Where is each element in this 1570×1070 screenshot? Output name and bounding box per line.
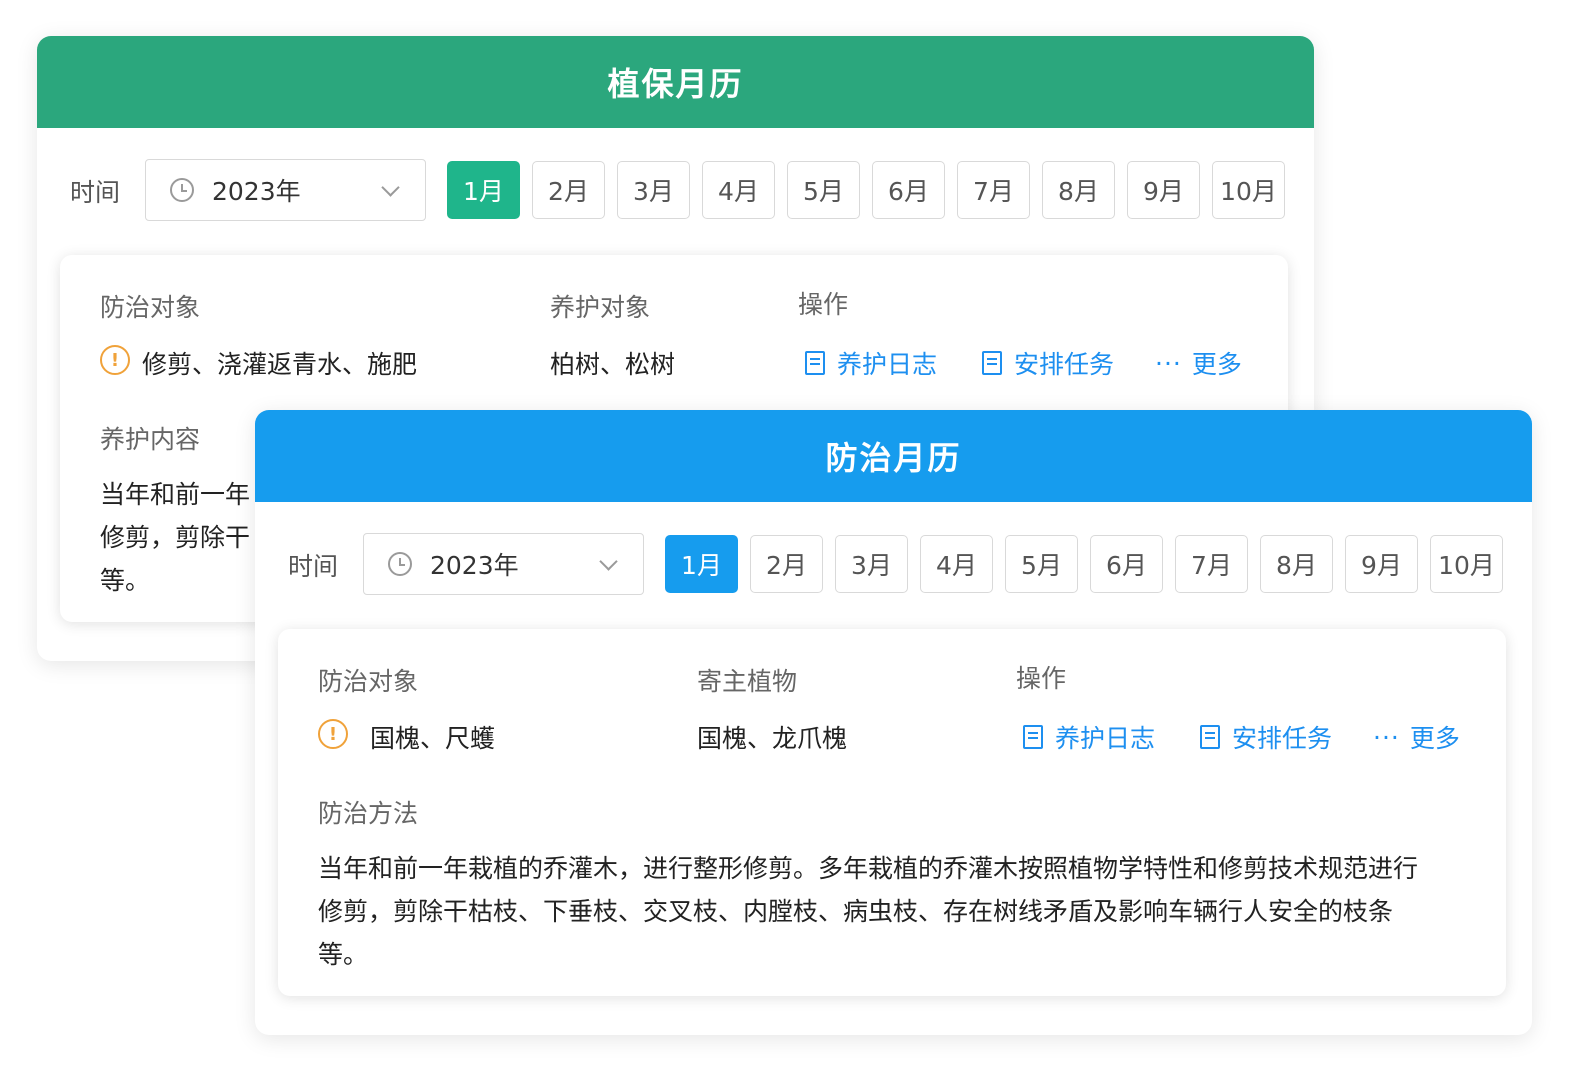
plant-calendar-title: 植保月历	[37, 36, 1314, 128]
month-tab-10[interactable]: 10月	[1430, 535, 1503, 593]
content-label: 养护内容	[100, 425, 201, 454]
year-value: 2023年	[212, 177, 301, 206]
month-tab-5[interactable]: 5月	[1005, 535, 1078, 593]
document-edit-icon	[982, 351, 1002, 375]
time-label: 时间	[288, 552, 339, 581]
warning-icon: !	[100, 345, 130, 375]
method-line: 当年和前一年栽植的乔灌木，进行整形修剪。多年栽植的乔灌木按照植物学特性和修剪技术…	[318, 854, 1419, 883]
content-line: 等。	[100, 566, 151, 595]
month-tab-8[interactable]: 8月	[1260, 535, 1333, 593]
document-edit-icon	[805, 351, 825, 375]
control-calendar-card: 防治对象 ! 国槐、尺蠖 寄主植物 国槐、龙爪槐 操作 养护日志 安排任务 ··…	[278, 629, 1506, 996]
stage: 植保月历 时间 2023年 1月 2月 3月 4月 5月 6月 7月 8月 9月…	[0, 0, 1570, 1070]
care-log-label: 养护日志	[1055, 724, 1156, 753]
month-tab-1[interactable]: 1月	[665, 535, 738, 593]
care-log-label: 养护日志	[837, 350, 938, 379]
method-text: 当年和前一年栽植的乔灌木，进行整形修剪。多年栽植的乔灌木按照植物学特性和修剪技术…	[318, 847, 1418, 976]
warning-icon: !	[318, 719, 348, 749]
method-line: 修剪，剪除干枯枝、下垂枝、交叉枝、内膛枝、病虫枝、存在树线矛盾及影响车辆行人安全…	[318, 897, 1394, 926]
control-calendar-panel: 防治月历 时间 2023年 1月 2月 3月 4月 5月 6月 7月 8月 9月…	[255, 410, 1532, 1035]
ops-label: 操作	[798, 290, 849, 319]
object-label: 养护对象	[550, 293, 651, 322]
more-link[interactable]: ··· 更多	[1373, 719, 1460, 755]
host-label: 寄主植物	[697, 667, 798, 696]
care-log-link[interactable]: 养护日志	[1023, 719, 1155, 755]
month-tab-9[interactable]: 9月	[1127, 161, 1200, 219]
target-label: 防治对象	[100, 293, 201, 322]
month-tabs: 1月 2月 3月 4月 5月 6月 7月 8月 9月 10月	[665, 535, 1503, 593]
chevron-down-icon	[381, 178, 400, 197]
clock-icon	[388, 552, 412, 576]
schedule-task-link[interactable]: 安排任务	[1200, 719, 1332, 755]
month-tab-5[interactable]: 5月	[787, 161, 860, 219]
target-value: 国槐、尺蠖	[370, 724, 496, 753]
method-line: 等。	[318, 940, 369, 969]
time-label: 时间	[70, 178, 121, 207]
schedule-task-label: 安排任务	[1232, 724, 1333, 753]
month-tab-6[interactable]: 6月	[872, 161, 945, 219]
target-value: 修剪、浇灌返青水、施肥	[142, 350, 418, 379]
content-text: 当年和前一年 修剪，剪除干 等。	[100, 473, 250, 602]
month-tab-2[interactable]: 2月	[532, 161, 605, 219]
more-label: 更多	[1191, 350, 1242, 379]
month-tab-8[interactable]: 8月	[1042, 161, 1115, 219]
document-edit-icon	[1023, 725, 1043, 749]
month-tab-1[interactable]: 1月	[447, 161, 520, 219]
year-select[interactable]: 2023年	[363, 533, 644, 595]
more-link[interactable]: ··· 更多	[1155, 345, 1242, 381]
month-tab-2[interactable]: 2月	[750, 535, 823, 593]
schedule-task-link[interactable]: 安排任务	[982, 345, 1114, 381]
method-label: 防治方法	[318, 799, 419, 828]
year-value: 2023年	[430, 551, 519, 580]
month-tab-10[interactable]: 10月	[1212, 161, 1285, 219]
content-line: 修剪，剪除干	[100, 523, 251, 552]
month-tab-3[interactable]: 3月	[617, 161, 690, 219]
object-value: 柏树、松树	[550, 350, 676, 379]
more-label: 更多	[1409, 724, 1460, 753]
clock-icon	[170, 178, 194, 202]
ops-label: 操作	[1016, 664, 1067, 693]
care-log-link[interactable]: 养护日志	[805, 345, 937, 381]
month-tab-6[interactable]: 6月	[1090, 535, 1163, 593]
more-dots-icon: ···	[1155, 348, 1182, 378]
target-label: 防治对象	[318, 667, 419, 696]
more-dots-icon: ···	[1373, 722, 1400, 752]
month-tab-3[interactable]: 3月	[835, 535, 908, 593]
month-tabs: 1月 2月 3月 4月 5月 6月 7月 8月 9月 10月	[447, 161, 1285, 219]
host-value: 国槐、龙爪槐	[697, 724, 848, 753]
chevron-down-icon	[599, 552, 618, 571]
document-edit-icon	[1200, 725, 1220, 749]
month-tab-4[interactable]: 4月	[920, 535, 993, 593]
year-select[interactable]: 2023年	[145, 159, 426, 221]
control-calendar-title: 防治月历	[255, 410, 1532, 502]
content-line: 当年和前一年	[100, 480, 251, 509]
month-tab-7[interactable]: 7月	[1175, 535, 1248, 593]
month-tab-7[interactable]: 7月	[957, 161, 1030, 219]
control-calendar-toolbar: 时间 2023年 1月 2月 3月 4月 5月 6月 7月 8月 9月 10月	[255, 533, 1532, 595]
schedule-task-label: 安排任务	[1014, 350, 1115, 379]
month-tab-9[interactable]: 9月	[1345, 535, 1418, 593]
month-tab-4[interactable]: 4月	[702, 161, 775, 219]
plant-calendar-toolbar: 时间 2023年 1月 2月 3月 4月 5月 6月 7月 8月 9月 10月	[37, 159, 1314, 221]
